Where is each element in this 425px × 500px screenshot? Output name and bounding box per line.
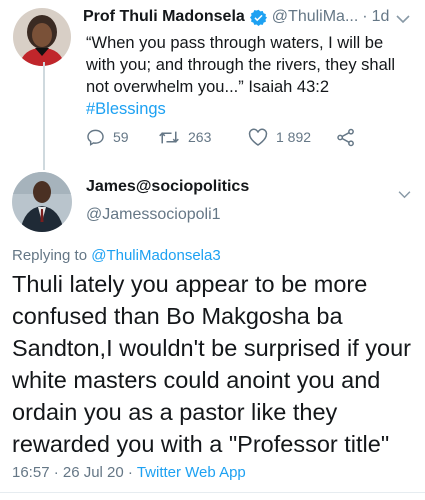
display-name[interactable]: Prof Thuli Madonsela: [83, 8, 245, 26]
timestamp[interactable]: 16:57 · 26 Jul 20 ·: [12, 464, 133, 481]
heart-icon: [248, 128, 268, 146]
reply-count: 59: [113, 129, 129, 145]
thread-connector-line: [43, 62, 45, 170]
reply-handle[interactable]: @Jamessociopoli1: [86, 206, 221, 224]
like-button[interactable]: 1 892: [248, 128, 336, 147]
replying-to-label: Replying to: [12, 247, 88, 264]
retweet-count: 263: [188, 129, 212, 145]
more-options-chevron-icon[interactable]: [396, 11, 410, 29]
verified-badge-icon: [249, 9, 267, 26]
bottom-divider: [0, 492, 425, 493]
source-app-link[interactable]: Twitter Web App: [137, 464, 246, 481]
retweet-button[interactable]: 263: [158, 128, 248, 147]
share-icon: [337, 128, 354, 146]
avatar-thuli[interactable]: [13, 8, 71, 66]
like-count: 1 892: [276, 129, 312, 145]
reply-icon: [87, 129, 104, 146]
handle[interactable]: @ThuliMa...: [272, 8, 358, 26]
replying-to-handle-link[interactable]: @ThuliMadonsela3: [91, 247, 220, 264]
tweet-header: Prof Thuli Madonsela @ThuliMa... · 1d: [83, 6, 413, 28]
hashtag-link[interactable]: #Blessings: [86, 100, 166, 118]
reply-tweet-text: Thuli lately you appear to be more confu…: [12, 271, 411, 457]
reply-button[interactable]: 59: [86, 128, 158, 147]
separator: ·: [362, 8, 368, 25]
retweet-icon: [159, 131, 179, 143]
reply-more-chevron-icon[interactable]: [398, 186, 411, 204]
replying-to: Replying to @ThuliMadonsela3: [12, 247, 221, 264]
tweet-text: “When you pass through waters, I will be…: [86, 34, 396, 96]
reply-display-name[interactable]: James@sociopolitics: [86, 178, 249, 196]
share-button[interactable]: [336, 128, 364, 147]
tweet-actions: 59 263 1 892: [86, 126, 386, 148]
reply-metadata: 16:57 · 26 Jul 20 · Twitter Web App: [12, 464, 246, 481]
tweet-body: “When you pass through waters, I will be…: [86, 32, 406, 120]
time-ago[interactable]: 1d: [372, 8, 390, 26]
avatar-james[interactable]: [12, 172, 72, 232]
